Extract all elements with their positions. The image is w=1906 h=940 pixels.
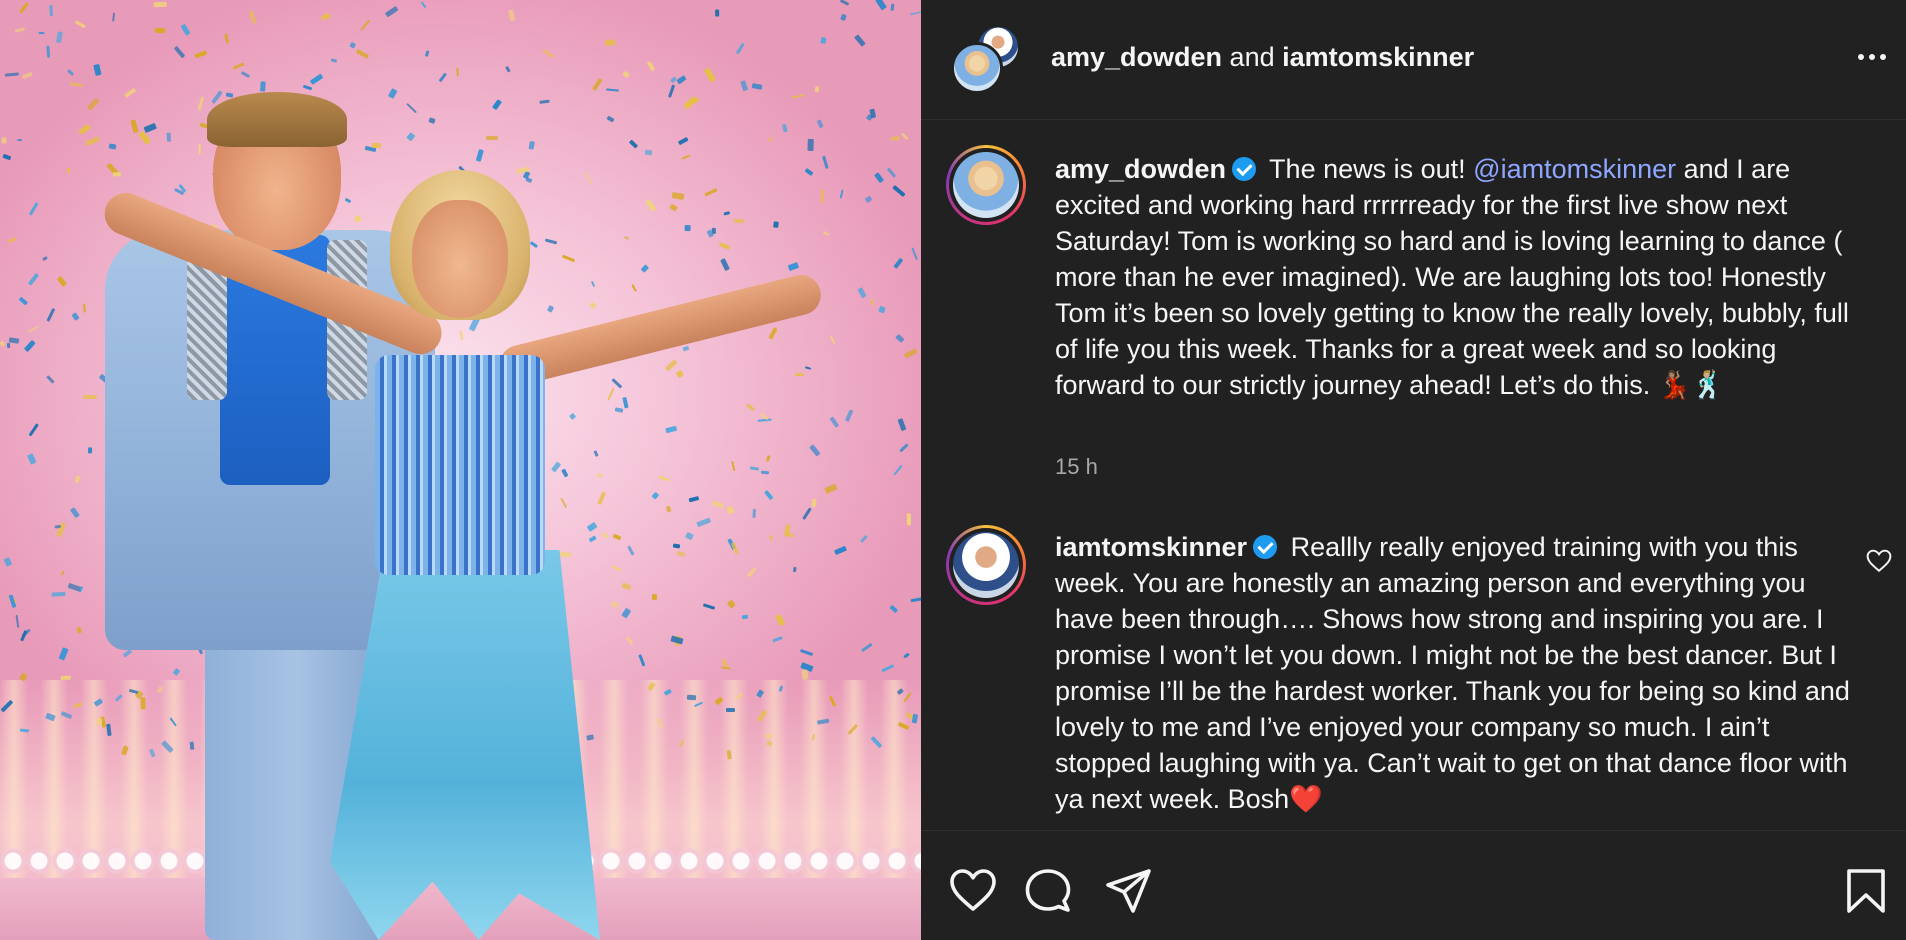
caption-avatar[interactable] — [953, 152, 1019, 218]
action-bar — [921, 830, 1906, 940]
instagram-post: amy_dowden and iamtomskinner amy_dowden … — [0, 0, 1906, 940]
post-header: amy_dowden and iamtomskinner — [921, 0, 1906, 120]
post-photo[interactable] — [0, 0, 921, 940]
caption-username[interactable]: amy_dowden — [1055, 154, 1226, 184]
woman-figure — [98, 170, 826, 940]
authors-connector: and — [1222, 42, 1283, 72]
more-options-icon[interactable] — [1851, 42, 1893, 72]
caption-text: amy_dowden The news is out! @iamtomskinn… — [1055, 151, 1855, 403]
verified-badge-icon — [1253, 535, 1278, 559]
comment-avatar-ring[interactable] — [946, 525, 1026, 605]
author-username-2[interactable]: iamtomskinner — [1282, 42, 1474, 72]
comment-like-heart-icon[interactable] — [1866, 549, 1892, 573]
comment-icon[interactable] — [1023, 866, 1073, 916]
comment-username[interactable]: iamtomskinner — [1055, 532, 1247, 562]
comment-text: iamtomskinner Reallly really enjoyed tra… — [1055, 529, 1855, 817]
caption-timestamp[interactable]: 15 h — [1055, 454, 1098, 480]
author-username-1[interactable]: amy_dowden — [1051, 42, 1222, 72]
caption-text-rest: and I are excited and working hard rrrrr… — [1055, 154, 1849, 400]
caption-avatar-ring[interactable] — [946, 145, 1026, 225]
post-authors: amy_dowden and iamtomskinner — [1051, 42, 1474, 73]
caption-text-start: The news is out! — [1262, 154, 1474, 184]
verified-badge-icon — [1232, 157, 1257, 181]
collaborator-avatar-amy[interactable] — [951, 42, 1003, 94]
post-side-panel: amy_dowden and iamtomskinner amy_dowden … — [921, 0, 1906, 940]
bookmark-icon[interactable] — [1841, 866, 1891, 916]
share-icon[interactable] — [1104, 866, 1154, 916]
heart-icon[interactable] — [948, 866, 998, 916]
comment-body: Reallly really enjoyed training with you… — [1055, 532, 1850, 814]
comment-avatar[interactable] — [953, 532, 1019, 598]
caption-mention-link[interactable]: @iamtomskinner — [1473, 154, 1676, 184]
